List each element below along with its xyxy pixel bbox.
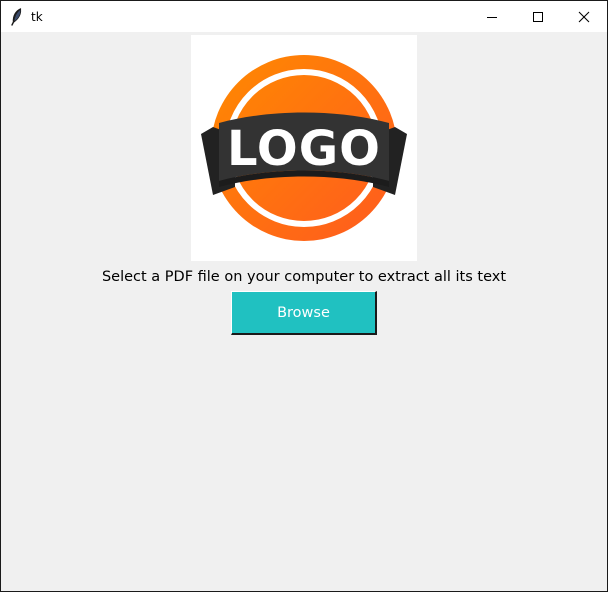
window-title: tk xyxy=(31,10,43,24)
logo-text: LOGO xyxy=(227,121,381,177)
feather-icon xyxy=(9,8,25,26)
app-window: tk LOGO Select a PDF file on your comput… xyxy=(0,0,608,592)
maximize-icon xyxy=(533,11,543,22)
instruction-text: Select a PDF file on your computer to ex… xyxy=(101,269,507,285)
close-button[interactable] xyxy=(561,1,607,32)
title-bar[interactable]: tk xyxy=(1,1,607,32)
close-icon xyxy=(578,11,590,22)
maximize-button[interactable] xyxy=(515,1,561,32)
browse-button[interactable]: Browse xyxy=(231,291,377,335)
minimize-icon xyxy=(487,16,497,18)
logo-image: LOGO xyxy=(191,35,417,261)
minimize-button[interactable] xyxy=(469,1,515,32)
